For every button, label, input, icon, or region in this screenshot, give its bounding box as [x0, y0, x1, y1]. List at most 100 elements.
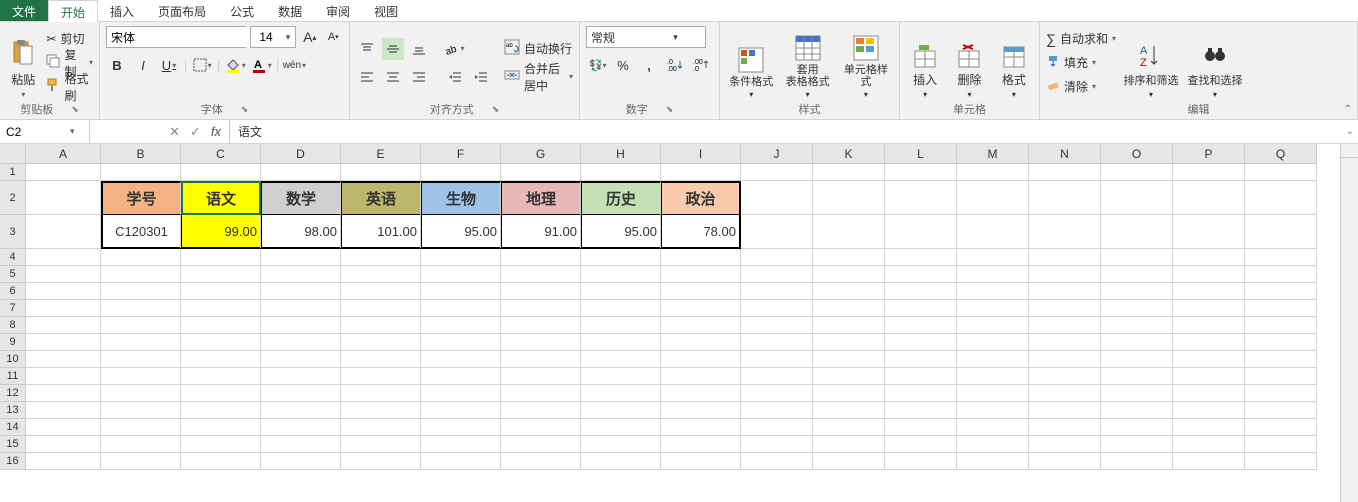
tab-insert[interactable]: 插入 [98, 0, 146, 21]
cell[interactable] [501, 300, 581, 317]
cell[interactable] [1029, 181, 1101, 215]
col-header[interactable]: Q [1245, 144, 1317, 164]
number-format-combo[interactable]: 常规 ▾ [586, 26, 706, 48]
cell[interactable] [661, 419, 741, 436]
cell[interactable] [957, 164, 1029, 181]
cell[interactable] [261, 453, 341, 470]
cell[interactable] [341, 300, 421, 317]
fill-color-button[interactable] [224, 54, 246, 76]
cell[interactable] [813, 334, 885, 351]
percent-icon[interactable]: % [612, 54, 634, 76]
cell[interactable] [741, 300, 813, 317]
cell[interactable] [813, 283, 885, 300]
cell[interactable] [261, 249, 341, 266]
cell[interactable] [26, 453, 101, 470]
cell[interactable] [741, 181, 813, 215]
cell-styles-button[interactable]: 单元格样式▾ [839, 26, 893, 99]
cell[interactable] [261, 266, 341, 283]
table-cell[interactable]: 101.00 [341, 215, 421, 249]
font-size-input[interactable] [251, 27, 281, 47]
cell[interactable] [813, 385, 885, 402]
table-cell[interactable]: C120301 [101, 215, 181, 249]
cell[interactable] [341, 368, 421, 385]
cell[interactable] [885, 453, 957, 470]
tab-formula[interactable]: 公式 [218, 0, 266, 21]
cell[interactable] [1173, 317, 1245, 334]
col-header[interactable]: N [1029, 144, 1101, 164]
cell[interactable] [101, 164, 181, 181]
cell[interactable] [957, 181, 1029, 215]
align-middle-icon[interactable] [382, 38, 404, 60]
cell[interactable] [421, 266, 501, 283]
table-cell[interactable]: 95.00 [581, 215, 661, 249]
cell[interactable] [1101, 436, 1173, 453]
cell[interactable] [1101, 317, 1173, 334]
cell[interactable] [957, 453, 1029, 470]
tab-file[interactable]: 文件 [0, 0, 48, 21]
cell[interactable] [957, 351, 1029, 368]
orientation-icon[interactable]: ab [444, 38, 466, 60]
cell[interactable] [421, 249, 501, 266]
align-center-icon[interactable] [382, 66, 404, 88]
cell[interactable] [957, 419, 1029, 436]
cell[interactable] [1245, 368, 1317, 385]
cell[interactable] [341, 385, 421, 402]
cell[interactable] [1245, 419, 1317, 436]
cell[interactable] [26, 436, 101, 453]
decrease-font-icon[interactable]: A▾ [324, 26, 344, 48]
split-handle[interactable] [1341, 144, 1358, 158]
cell[interactable] [26, 181, 101, 215]
cell[interactable] [885, 249, 957, 266]
cell[interactable] [581, 385, 661, 402]
cell[interactable] [581, 266, 661, 283]
cell[interactable] [1245, 266, 1317, 283]
cell[interactable] [1101, 385, 1173, 402]
cell[interactable] [26, 164, 101, 181]
row-header[interactable]: 7 [0, 300, 26, 317]
cell[interactable] [1173, 368, 1245, 385]
insert-cells-button[interactable]: 插入▾ [906, 26, 944, 99]
cell[interactable] [1245, 385, 1317, 402]
tab-data[interactable]: 数据 [266, 0, 314, 21]
fx-icon[interactable]: fx [211, 124, 221, 139]
cell[interactable] [885, 351, 957, 368]
cell[interactable] [261, 334, 341, 351]
expand-formula-bar-icon[interactable]: ⌄ [1346, 126, 1354, 137]
formula-input[interactable]: 语文 ⌄ [230, 120, 1358, 143]
cell[interactable] [581, 334, 661, 351]
cell[interactable] [181, 317, 261, 334]
cell[interactable] [341, 351, 421, 368]
cell[interactable] [1173, 300, 1245, 317]
cell[interactable] [501, 453, 581, 470]
decrease-decimal-icon[interactable]: .00.0 [690, 54, 712, 76]
font-color-button[interactable]: A [250, 54, 272, 76]
row-header[interactable]: 5 [0, 266, 26, 283]
cell[interactable] [1101, 334, 1173, 351]
cell[interactable] [181, 283, 261, 300]
col-header[interactable]: H [581, 144, 661, 164]
cell[interactable] [1245, 351, 1317, 368]
row-header[interactable]: 13 [0, 402, 26, 419]
row-header[interactable]: 12 [0, 385, 26, 402]
cell[interactable] [1245, 317, 1317, 334]
cell[interactable] [957, 283, 1029, 300]
cell[interactable] [1101, 368, 1173, 385]
cell[interactable] [1173, 266, 1245, 283]
cell[interactable] [741, 249, 813, 266]
cell[interactable] [1245, 249, 1317, 266]
cell[interactable] [261, 283, 341, 300]
name-box-arrow[interactable]: ▾ [70, 126, 79, 137]
cell[interactable] [261, 402, 341, 419]
cell[interactable] [957, 385, 1029, 402]
cell[interactable] [741, 334, 813, 351]
cell[interactable] [1101, 453, 1173, 470]
col-header[interactable]: I [661, 144, 741, 164]
cell[interactable] [581, 419, 661, 436]
cell[interactable] [1029, 419, 1101, 436]
cell[interactable] [421, 385, 501, 402]
cell[interactable] [26, 215, 101, 249]
cell[interactable] [181, 368, 261, 385]
col-header[interactable]: L [885, 144, 957, 164]
cell[interactable] [957, 317, 1029, 334]
cell[interactable] [101, 385, 181, 402]
